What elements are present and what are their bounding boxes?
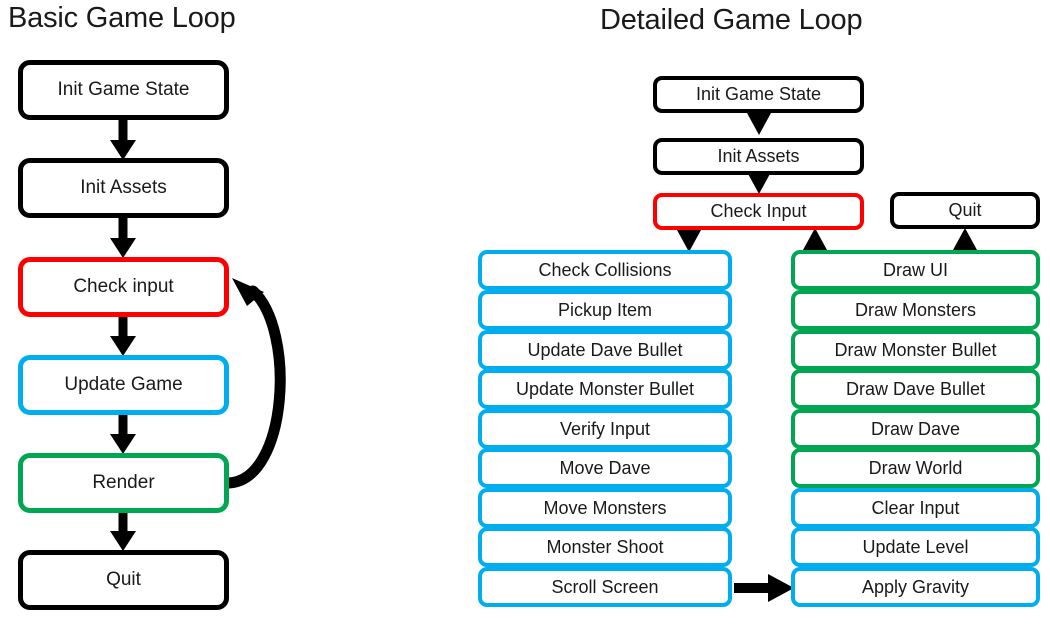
detailed-left-row-label: Verify Input	[559, 418, 651, 439]
detailed-right-row-label: Apply Gravity	[861, 576, 970, 597]
detailed-node-quit[interactable]: Quit	[890, 192, 1040, 229]
detailed-left-row-update-monster-bullet[interactable]: Update Monster Bullet	[478, 369, 732, 409]
detailed-node-init-game-state[interactable]: Init Game State	[653, 76, 864, 113]
detailed-left-row-pickup-item[interactable]: Pickup Item	[478, 290, 732, 330]
basic-node-update-game[interactable]: Update Game	[18, 355, 229, 415]
detailed-right-row-label: Draw World	[868, 457, 963, 478]
detailed-left-row-label: Monster Shoot	[546, 536, 664, 557]
detailed-node-check-input[interactable]: Check Input	[653, 193, 864, 230]
detailed-arrow-draw-ui-to-check-input	[803, 228, 827, 250]
detailed-left-row-verify-input[interactable]: Verify Input	[478, 409, 732, 449]
basic-feedback-arrow-render-to-check-input	[223, 278, 286, 489]
detailed-right-row-label: Draw Monster Bullet	[834, 339, 997, 360]
detailed-node-label: Quit	[948, 200, 982, 220]
basic-arrow-render-to-quit	[110, 511, 136, 551]
basic-node-label: Init Assets	[80, 177, 167, 198]
detailed-left-row-label: Update Monster Bullet	[515, 378, 695, 399]
detailed-left-row-move-dave[interactable]: Move Dave	[478, 448, 732, 488]
basic-node-label: Quit	[106, 569, 141, 590]
detailed-node-label: Init Game State	[695, 84, 822, 104]
detailed-arrow-init-assets-to-check-input	[747, 172, 771, 194]
diagram-canvas: Basic Game Loop Detailed Game Loop Init …	[0, 0, 1050, 630]
basic-arrow-init-assets-to-check-input	[110, 218, 136, 258]
basic-arrow-check-input-to-update-game	[110, 316, 136, 356]
detailed-diagram-title: Detailed Game Loop	[600, 4, 863, 36]
detailed-right-row-draw-dave-bullet[interactable]: Draw Dave Bullet	[791, 369, 1040, 409]
basic-node-quit[interactable]: Quit	[18, 550, 229, 610]
basic-node-label: Update Game	[64, 374, 183, 395]
detailed-arrow-draw-ui-to-quit	[953, 228, 977, 250]
basic-node-label: Init Game State	[57, 79, 190, 100]
detailed-arrow-scroll-screen-to-apply-gravity	[734, 574, 794, 602]
basic-arrow-update-game-to-render	[110, 414, 136, 454]
detailed-right-row-update-level[interactable]: Update Level	[791, 527, 1040, 567]
basic-diagram-title: Basic Game Loop	[8, 2, 236, 34]
detailed-arrow-check-input-to-check-collisions	[677, 230, 701, 252]
detailed-right-row-label: Draw Monsters	[854, 299, 977, 320]
detailed-right-row-label: Update Level	[862, 536, 969, 557]
detailed-node-label: Check Input	[710, 201, 807, 221]
detailed-node-init-assets[interactable]: Init Assets	[653, 138, 864, 175]
detailed-left-row-label: Check Collisions	[538, 259, 672, 280]
detailed-left-row-scroll-screen[interactable]: Scroll Screen	[478, 567, 732, 607]
detailed-left-row-label: Move Monsters	[543, 497, 667, 518]
detailed-left-row-label: Pickup Item	[557, 299, 653, 320]
detailed-right-row-clear-input[interactable]: Clear Input	[791, 488, 1040, 528]
detailed-left-row-move-monsters[interactable]: Move Monsters	[478, 488, 732, 528]
detailed-node-label: Init Assets	[717, 146, 800, 166]
basic-node-label: Check input	[73, 276, 174, 297]
detailed-right-row-label: Draw Dave	[870, 418, 961, 439]
basic-node-render[interactable]: Render	[18, 453, 229, 513]
detailed-right-row-draw-world[interactable]: Draw World	[791, 448, 1040, 488]
basic-node-check-input[interactable]: Check input	[18, 257, 229, 317]
detailed-right-row-apply-gravity[interactable]: Apply Gravity	[791, 567, 1040, 607]
detailed-right-row-draw-dave[interactable]: Draw Dave	[791, 409, 1040, 449]
detailed-right-row-label: Clear Input	[871, 497, 960, 518]
detailed-left-row-monster-shoot[interactable]: Monster Shoot	[478, 527, 732, 567]
detailed-right-row-draw-monster-bullet[interactable]: Draw Monster Bullet	[791, 330, 1040, 370]
basic-node-init-assets[interactable]: Init Assets	[18, 158, 229, 218]
detailed-left-row-label: Move Dave	[559, 457, 651, 478]
detailed-left-row-label: Update Dave Bullet	[527, 339, 683, 360]
detailed-right-row-label: Draw Dave Bullet	[845, 378, 986, 399]
basic-node-label: Render	[92, 472, 155, 493]
detailed-left-row-label: Scroll Screen	[551, 576, 659, 597]
detailed-arrow-init-game-state-to-init-assets	[747, 113, 771, 135]
detailed-right-row-draw-ui[interactable]: Draw UI	[791, 250, 1040, 290]
detailed-right-row-draw-monsters[interactable]: Draw Monsters	[791, 290, 1040, 330]
basic-arrow-init-game-state-to-init-assets	[110, 120, 136, 160]
detailed-right-row-label: Draw UI	[882, 259, 948, 280]
detailed-left-row-update-dave-bullet[interactable]: Update Dave Bullet	[478, 330, 732, 370]
basic-node-init-game-state[interactable]: Init Game State	[18, 60, 229, 120]
detailed-left-row-check-collisions[interactable]: Check Collisions	[478, 250, 732, 290]
